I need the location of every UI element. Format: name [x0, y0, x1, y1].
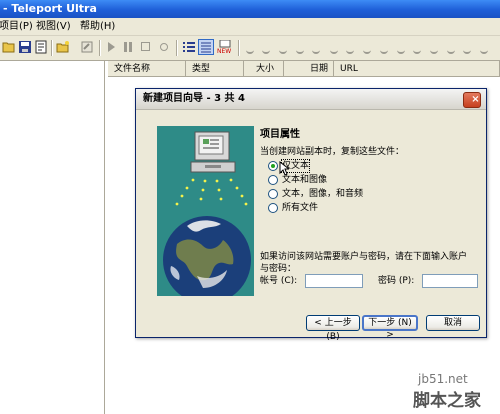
wizard-illustration — [157, 126, 254, 296]
computer-globe-image — [163, 131, 251, 296]
svg-text:NEW: NEW — [217, 48, 231, 54]
toolbar-icon[interactable] — [296, 48, 304, 54]
toolbar-icon[interactable] — [246, 48, 254, 54]
toolbar-icon[interactable] — [397, 48, 405, 54]
auth-hint-line1: 如果访问该网站需要账户与密码，请在下面输入账户 — [260, 252, 468, 262]
watermark-url: jb51.net — [418, 372, 468, 386]
edit-icon[interactable] — [80, 40, 94, 54]
cancel-button[interactable]: 取消 — [426, 315, 480, 331]
menu-view[interactable]: 视图(V) — [36, 20, 71, 33]
details-view-icon[interactable] — [198, 39, 214, 55]
project-tree-pane[interactable] — [0, 61, 105, 414]
toolbar-icon[interactable] — [380, 48, 388, 54]
window-title: - Teleport Ultra — [3, 2, 97, 15]
menu-project[interactable]: 项目(P) — [0, 20, 33, 33]
radio-button[interactable] — [268, 189, 278, 199]
copy-files-prompt: 当创建网站副本时，复制这些文件： — [260, 147, 405, 157]
pause-icon[interactable] — [124, 42, 132, 52]
account-label: 帐号 (C): — [260, 276, 298, 286]
menu-bar: 项目(P) 视图(V) 帮助(H) — [0, 18, 500, 36]
start-icon[interactable] — [108, 42, 115, 52]
column-header-size[interactable]: 大小 — [244, 61, 284, 77]
toolbar-icon[interactable] — [279, 48, 287, 54]
dialog-title-bar: 新建项目向导 - 3 共 4 × — [136, 89, 486, 110]
column-header-url[interactable]: URL — [334, 61, 500, 77]
mouse-cursor-icon — [279, 161, 289, 176]
auth-hint-line2: 与密码： — [260, 264, 297, 274]
close-icon[interactable]: × — [463, 92, 481, 108]
toolbar-separator — [51, 40, 53, 56]
section-heading: 项目属性 — [260, 129, 300, 140]
watermark-site-name: 脚本之家 — [413, 391, 481, 411]
toolbar-icon[interactable] — [363, 48, 371, 54]
column-header-date[interactable]: 日期 — [284, 61, 334, 77]
toolbar-icon[interactable] — [330, 48, 338, 54]
window-title-bar: - Teleport Ultra — [0, 0, 500, 18]
radio-button[interactable] — [268, 175, 278, 185]
list-view-icon[interactable] — [182, 40, 196, 54]
status-icon[interactable] — [160, 43, 168, 51]
new-project-wizard-dialog: 新建项目向导 - 3 共 4 × 项目属性 当创建网站副本时，复制这些文件： 仅… — [135, 88, 487, 342]
radio-button[interactable] — [268, 203, 278, 213]
radio-button-selected[interactable] — [268, 161, 278, 171]
save-icon[interactable] — [18, 40, 32, 54]
column-header-type[interactable]: 类型 — [186, 61, 244, 77]
toolbar-icon[interactable] — [430, 48, 438, 54]
toolbar-icon[interactable] — [262, 48, 270, 54]
new-folder-icon[interactable] — [56, 40, 70, 54]
back-button[interactable]: < 上一步 (B) — [306, 315, 360, 342]
radio-label[interactable]: 所有文件 — [282, 202, 318, 214]
toolbar: NEW — [0, 36, 500, 61]
menu-help[interactable]: 帮助(H) — [80, 20, 115, 33]
next-button[interactable]: 下一步 (N) > — [362, 315, 418, 340]
password-field[interactable] — [422, 274, 478, 288]
toolbar-icon[interactable] — [312, 48, 320, 54]
toolbar-icon[interactable] — [413, 48, 421, 54]
toolbar-icon[interactable] — [463, 48, 471, 54]
password-label: 密码 (P): — [378, 276, 415, 286]
account-field[interactable] — [305, 274, 363, 288]
toolbar-icon[interactable] — [346, 48, 354, 54]
open-folder-icon[interactable] — [2, 40, 16, 54]
properties-icon[interactable] — [34, 40, 48, 54]
column-header-filename[interactable]: 文件名称 — [108, 61, 186, 77]
dialog-title: 新建项目向导 - 3 共 4 — [143, 93, 245, 104]
toolbar-separator — [99, 40, 101, 56]
toolbar-icon[interactable] — [480, 48, 488, 54]
stop-icon[interactable] — [141, 42, 150, 51]
toolbar-separator — [238, 40, 240, 56]
radio-label[interactable]: 文本，图像，和音频 — [282, 188, 363, 200]
toolbar-separator — [176, 40, 178, 56]
new-items-icon[interactable]: NEW — [217, 40, 233, 54]
toolbar-icon[interactable] — [447, 48, 455, 54]
